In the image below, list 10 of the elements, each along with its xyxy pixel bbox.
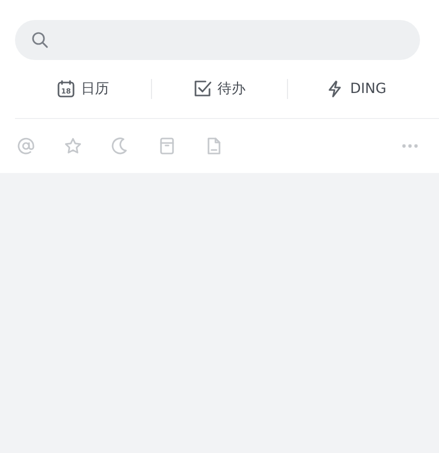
quick-action[interactable]: DING: [288, 80, 424, 98]
quick-action[interactable]: 待办: [152, 80, 288, 98]
moon-icon[interactable]: [111, 137, 129, 155]
checkbox-icon: [194, 80, 212, 98]
star-icon[interactable]: [64, 137, 82, 155]
search-icon: [31, 31, 49, 49]
at-icon[interactable]: [17, 137, 35, 155]
archive-icon[interactable]: [158, 137, 176, 155]
file-icon[interactable]: [205, 137, 223, 155]
search-field[interactable]: [15, 20, 420, 60]
